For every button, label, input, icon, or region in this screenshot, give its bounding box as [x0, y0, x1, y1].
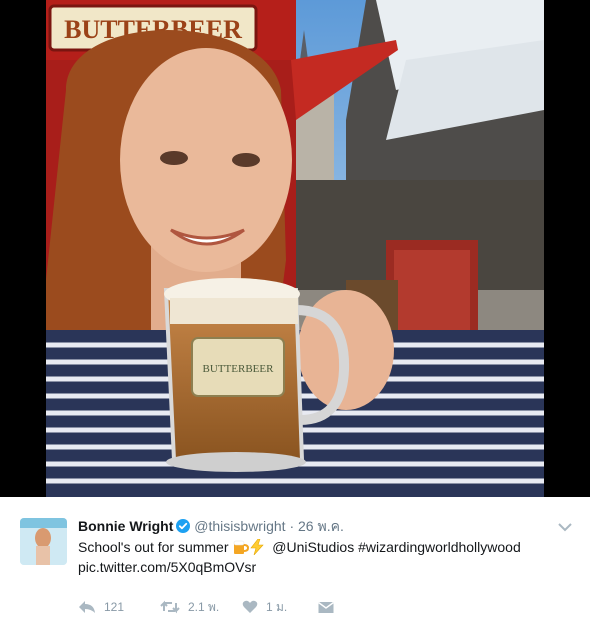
tweet-photo[interactable]: BUTTERBEER BUTTERBEER	[46, 0, 544, 497]
lightning-emoji	[250, 538, 268, 556]
timestamp[interactable]: 26 พ.ค.	[298, 518, 344, 534]
tweet-text-prefix: School's out for summer	[78, 539, 233, 555]
envelope-icon	[318, 601, 334, 614]
pic-link[interactable]: pic.twitter.com/5X0qBmOVsr	[78, 559, 256, 575]
tweet-header: Bonnie Wright @thisisbwright · 26 พ.ค.	[78, 517, 550, 535]
author-name[interactable]: Bonnie Wright	[78, 518, 173, 534]
retweet-icon	[160, 600, 180, 614]
verified-badge-icon	[176, 519, 191, 533]
tweet-text: School's out for summer @UniStudios #wiz…	[78, 537, 578, 577]
reply-count: 121	[104, 600, 125, 614]
hashtag-link[interactable]: #wizardingworldhollywood	[358, 539, 521, 555]
mug-label: BUTTERBEER	[203, 363, 275, 375]
tweet-media[interactable]: BUTTERBEER BUTTERBEER	[0, 0, 590, 497]
avatar[interactable]	[20, 518, 67, 565]
retweet-count: 2.1 พ.	[188, 599, 220, 614]
heart-icon	[242, 600, 258, 614]
like-count: 1 ม.	[266, 599, 288, 614]
tweet-card: Bonnie Wright @thisisbwright · 26 พ.ค. S…	[0, 497, 590, 633]
like-button[interactable]: 1 ม.	[242, 597, 287, 617]
direct-message-button[interactable]	[318, 597, 334, 617]
author-handle[interactable]: @thisisbwright	[194, 518, 285, 534]
chevron-down-icon[interactable]	[558, 519, 572, 532]
separator-dot: ·	[289, 518, 295, 534]
beer-mug-emoji	[232, 539, 250, 555]
mention-link[interactable]: @UniStudios	[272, 539, 354, 555]
retweet-button[interactable]: 2.1 พ.	[160, 597, 219, 617]
reply-button[interactable]: 121	[78, 597, 124, 617]
tweet-actions: 121 2.1 พ. 1 ม.	[78, 597, 378, 617]
reply-icon	[78, 600, 96, 614]
